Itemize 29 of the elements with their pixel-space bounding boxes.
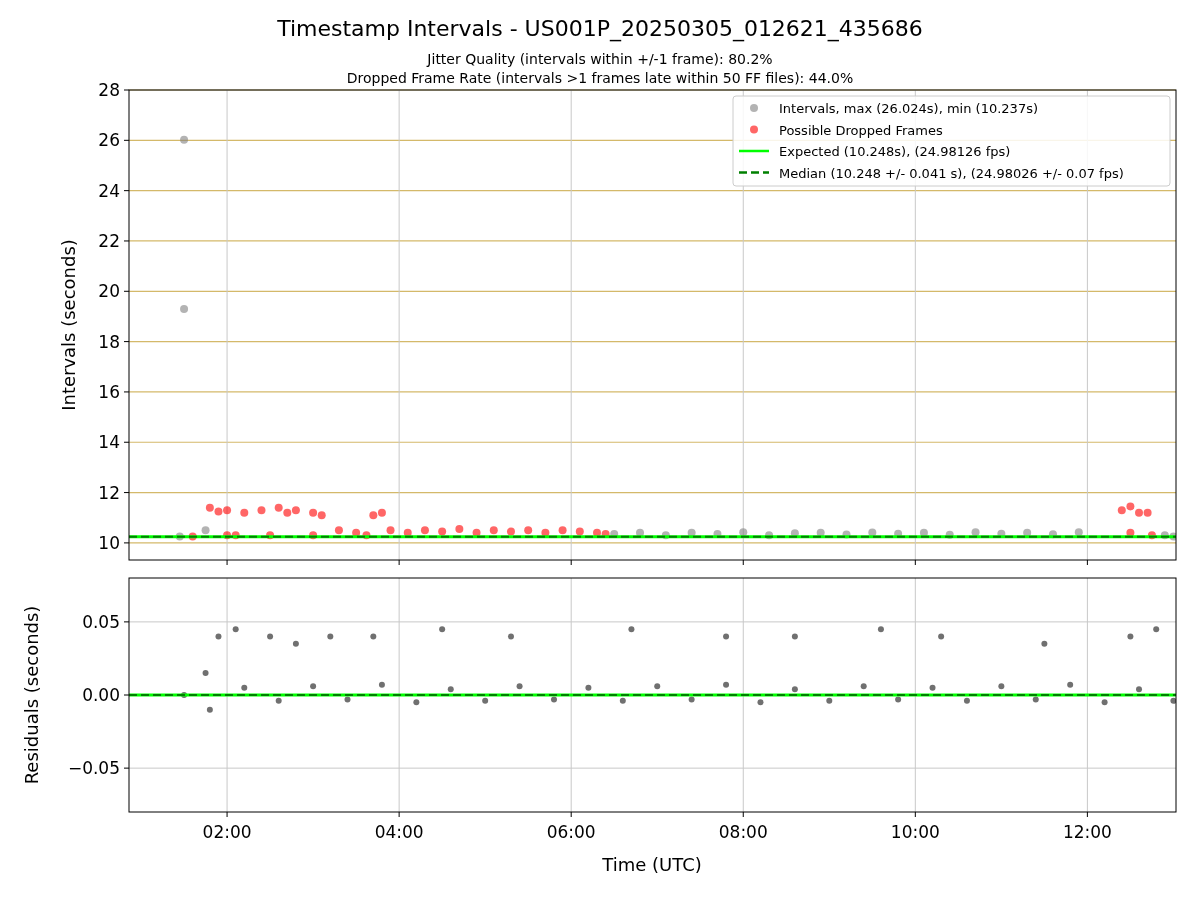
legend-label: Median (10.248 +/- 0.041 s), (24.98026 +/- 0.07 fps) bbox=[779, 165, 1124, 181]
tick-label: 10:00 bbox=[890, 822, 940, 842]
tick-label: 0.00 bbox=[82, 685, 120, 705]
tick-label: 20 bbox=[98, 281, 120, 302]
axis-label: Time (UTC) bbox=[602, 854, 702, 875]
tick-label: 16 bbox=[98, 381, 120, 402]
chart-title: Timestamp Intervals - US001P_20250305_012621_435686 bbox=[277, 16, 923, 41]
tick-label: 10 bbox=[98, 532, 120, 553]
tick-label: 04:00 bbox=[374, 822, 424, 842]
chart-subtitle: Jitter Quality (intervals within +/-1 frame): 80.2% bbox=[427, 51, 773, 67]
tick-label: 26 bbox=[98, 130, 120, 151]
tick-label: 18 bbox=[98, 331, 120, 352]
legend-label: Possible Dropped Frames bbox=[779, 122, 943, 138]
tick-label: 24 bbox=[98, 180, 120, 201]
tick-label: 28 bbox=[98, 80, 120, 100]
tick-label: 14 bbox=[98, 432, 120, 453]
tick-label: 12 bbox=[98, 482, 120, 503]
tick-label: 02:00 bbox=[202, 822, 252, 842]
axis-label: Residuals (seconds) bbox=[21, 605, 42, 785]
axis-label: Intervals (seconds) bbox=[58, 239, 79, 411]
tick-label: 12:00 bbox=[1062, 822, 1112, 842]
tick-label: 22 bbox=[98, 230, 120, 251]
legend-label: Expected (10.248s), (24.98126 fps) bbox=[779, 144, 1011, 159]
tick-label: 06:00 bbox=[546, 822, 596, 842]
chart-subtitle: Dropped Frame Rate (intervals >1 frames late within 50 FF files): 44.0% bbox=[346, 70, 854, 86]
tick-label: 08:00 bbox=[718, 822, 768, 842]
tick-label: −0.05 bbox=[67, 758, 120, 779]
legend-label: Intervals, max (26.024s), min (10.237s) bbox=[779, 101, 1038, 116]
tick-label: 0.05 bbox=[82, 611, 120, 632]
